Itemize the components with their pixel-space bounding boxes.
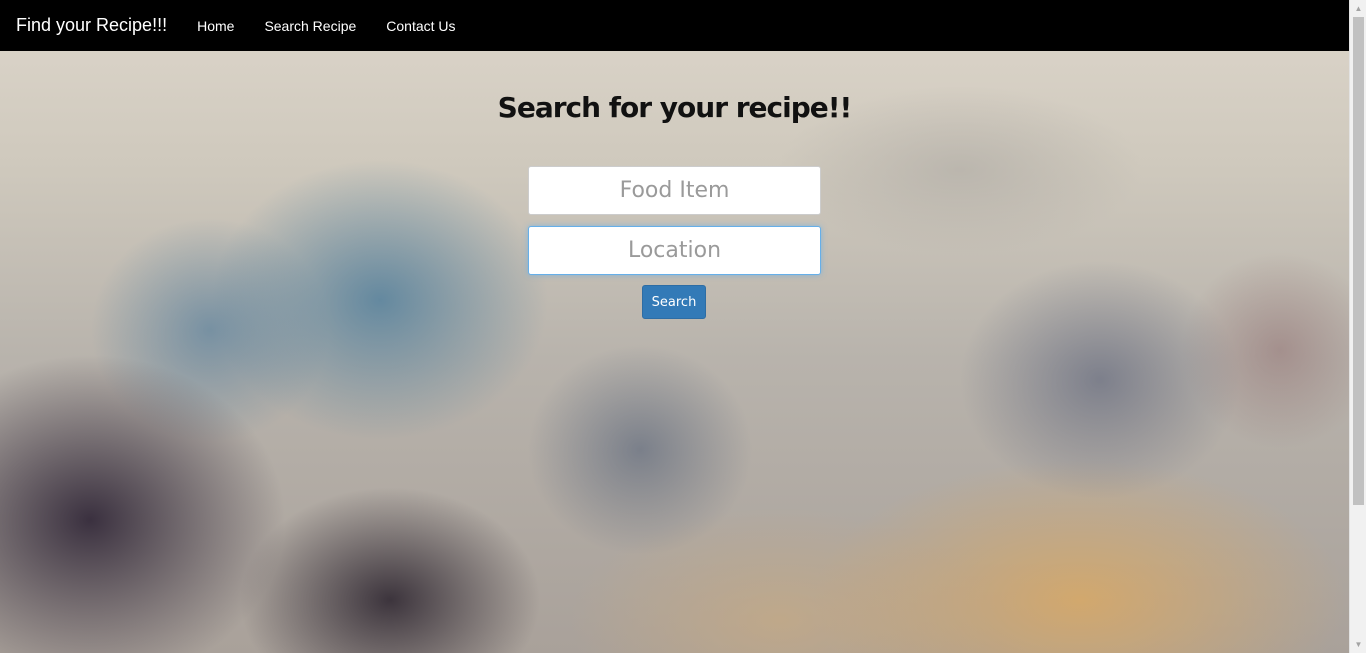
location-input[interactable] — [528, 226, 821, 275]
scroll-up-arrow-icon[interactable]: ▲ — [1350, 0, 1366, 17]
search-button[interactable]: Search — [642, 285, 706, 319]
vertical-scrollbar[interactable]: ▲ ▼ — [1349, 0, 1366, 653]
scroll-down-arrow-icon[interactable]: ▼ — [1350, 636, 1366, 653]
nav-contact-us-link[interactable]: Contact Us — [371, 18, 470, 34]
food-item-input[interactable] — [528, 166, 821, 215]
page-title: Search for your recipe!! — [497, 91, 853, 124]
top-navbar: Find your Recipe!!! Home Search Recipe C… — [0, 0, 1349, 51]
brand-link[interactable]: Find your Recipe!!! — [16, 15, 167, 36]
page-viewport: Find your Recipe!!! Home Search Recipe C… — [0, 0, 1349, 653]
nav-home-link[interactable]: Home — [182, 18, 249, 34]
scrollbar-thumb[interactable] — [1353, 17, 1364, 505]
nav-search-recipe-link[interactable]: Search Recipe — [249, 18, 371, 34]
